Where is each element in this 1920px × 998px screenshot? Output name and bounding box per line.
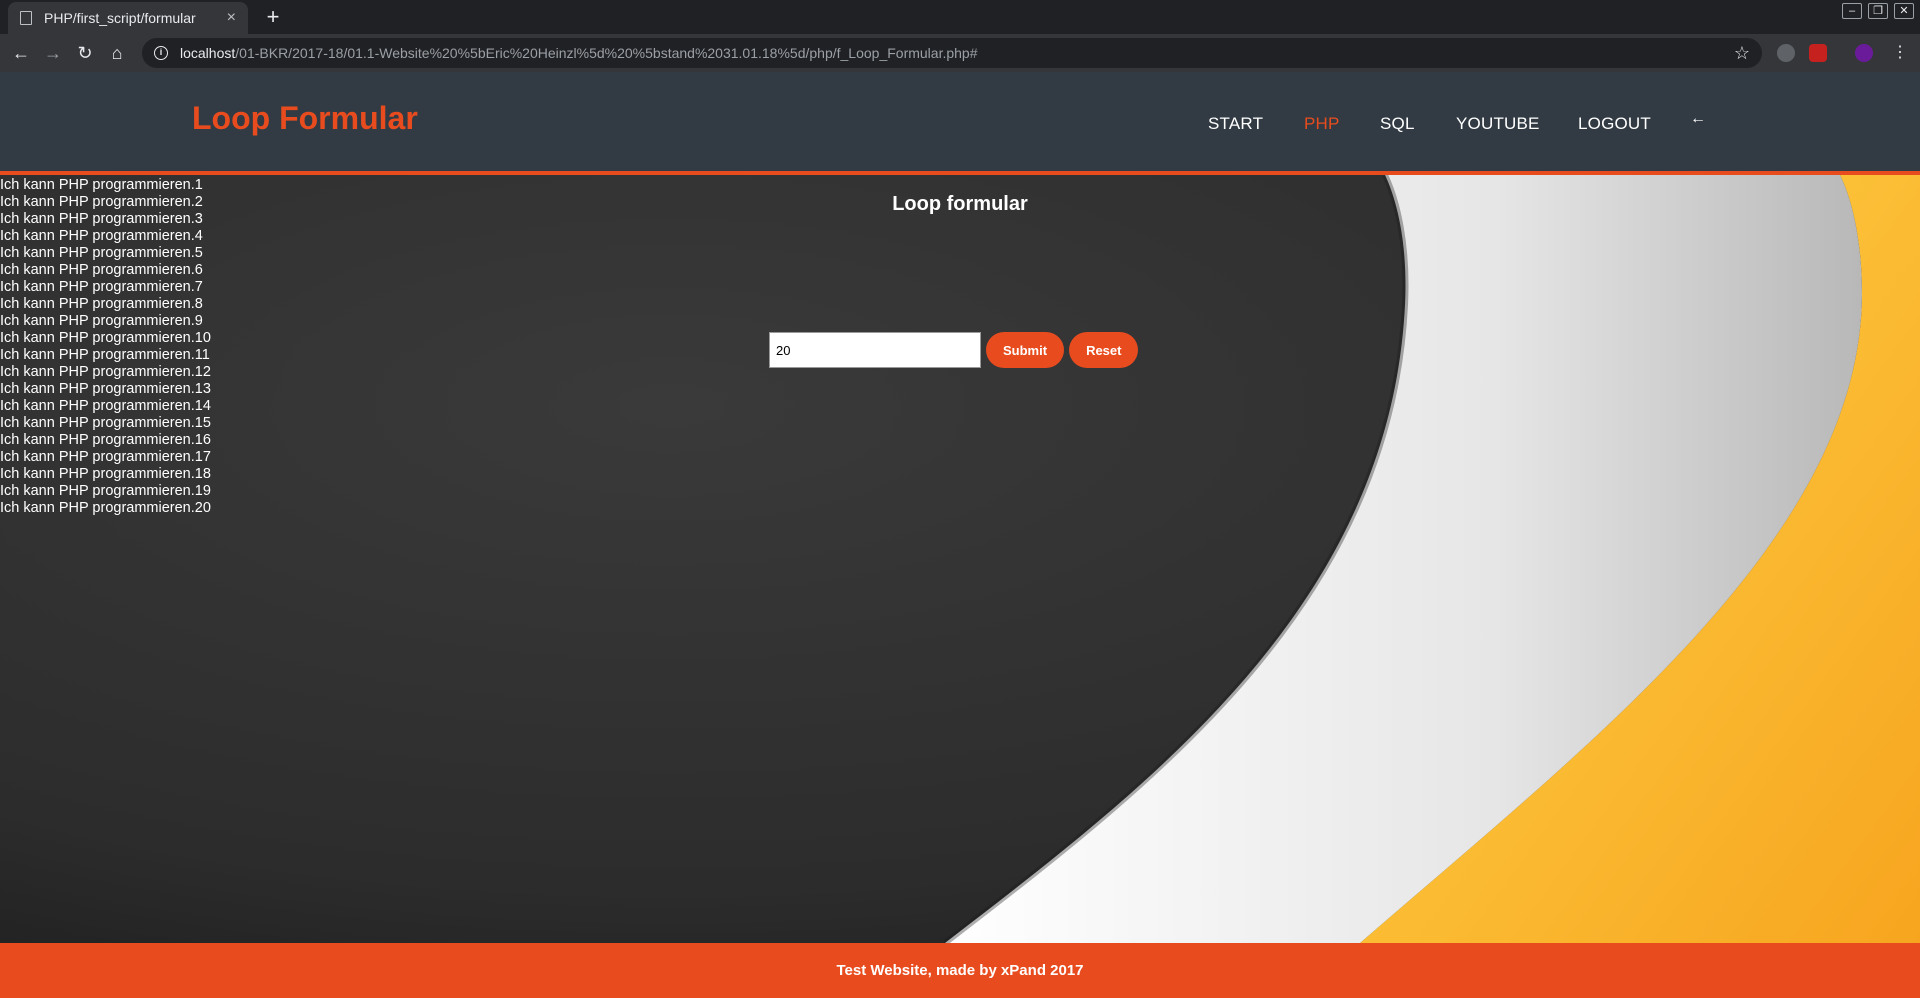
loop-form: Submit Reset <box>769 332 1139 368</box>
loop-output-line: Ich kann PHP programmieren.18 <box>0 466 211 482</box>
submit-button[interactable]: Submit <box>986 332 1065 368</box>
loop-output-line: Ich kann PHP programmieren.11 <box>0 347 210 363</box>
site-header: Loop Formular START PHP SQL YOUTUBE LOGO… <box>0 72 1920 175</box>
bookmark-star-icon[interactable]: ☆ <box>1734 43 1750 64</box>
site-logo[interactable]: Loop Formular <box>192 100 418 137</box>
url-host: localhost <box>180 45 236 61</box>
nav-start[interactable]: START <box>1208 114 1263 134</box>
loop-output-line: Ich kann PHP programmieren.16 <box>0 432 211 448</box>
reload-button[interactable]: ↻ <box>71 39 99 67</box>
loop-output-line: Ich kann PHP programmieren.20 <box>0 500 211 516</box>
loop-output-line: Ich kann PHP programmieren.7 <box>0 279 203 295</box>
back-button[interactable]: ← <box>7 39 35 67</box>
nav-youtube[interactable]: YOUTUBE <box>1456 114 1540 134</box>
loop-output-line: Ich kann PHP programmieren.17 <box>0 449 211 465</box>
adblock-extension-icon[interactable] <box>1777 44 1795 62</box>
reset-button[interactable]: Reset <box>1069 332 1139 368</box>
browser-tab[interactable]: PHP/first_script/formular × <box>8 2 248 34</box>
tab-close-icon[interactable]: × <box>227 9 236 27</box>
site-footer: Test Website, made by xPand 2017 <box>0 943 1920 998</box>
loop-output-list: Ich kann PHP programmieren.1 Ich kann PHP… <box>0 177 211 517</box>
lastpass-extension-icon[interactable] <box>1809 44 1827 62</box>
back-arrow-icon[interactable]: ← <box>1690 110 1706 128</box>
loop-output-line: Ich kann PHP programmieren.8 <box>0 296 203 312</box>
loop-output-line: Ich kann PHP programmieren.9 <box>0 313 203 329</box>
loop-output-line: Ich kann PHP programmieren.15 <box>0 415 211 431</box>
browser-menu-icon[interactable]: ⋮ <box>1886 39 1914 67</box>
new-tab-button[interactable]: + <box>260 4 286 30</box>
forward-button[interactable]: → <box>39 39 67 67</box>
loop-output-line: Ich kann PHP programmieren.14 <box>0 398 211 414</box>
loop-output-line: Ich kann PHP programmieren.12 <box>0 364 211 380</box>
restore-button[interactable]: ❐ <box>1868 3 1888 19</box>
page-title: Loop formular <box>892 193 1028 215</box>
home-button[interactable]: ⌂ <box>103 39 131 67</box>
profile-extension-icon[interactable] <box>1855 44 1873 62</box>
page-icon <box>20 11 32 25</box>
main-content: Ich kann PHP programmieren.1 Ich kann PHP… <box>0 175 1920 943</box>
background-swoosh <box>0 175 1920 943</box>
nav-logout[interactable]: LOGOUT <box>1578 114 1651 134</box>
loop-output-line: Ich kann PHP programmieren.19 <box>0 483 211 499</box>
loop-count-input[interactable] <box>769 332 981 368</box>
nav-sql[interactable]: SQL <box>1380 114 1415 134</box>
close-window-button[interactable]: ✕ <box>1894 3 1914 19</box>
browser-tab-bar: PHP/first_script/formular × + – ❐ ✕ <box>0 0 1920 34</box>
browser-toolbar: ← → ↻ ⌂ i localhost /01-BKR/2017-18/01.1… <box>0 34 1920 72</box>
loop-output-line: Ich kann PHP programmieren.13 <box>0 381 211 397</box>
site-info-icon[interactable]: i <box>154 46 168 60</box>
loop-output-line: Ich kann PHP programmieren.4 <box>0 228 203 244</box>
address-bar[interactable]: i localhost /01-BKR/2017-18/01.1-Website… <box>142 38 1762 68</box>
loop-output-line: Ich kann PHP programmieren.10 <box>0 330 211 346</box>
minimize-button[interactable]: – <box>1842 3 1862 19</box>
loop-output-line: Ich kann PHP programmieren.1 <box>0 177 203 193</box>
url-path: /01-BKR/2017-18/01.1-Website%20%5bEric%2… <box>235 45 978 61</box>
nav-php[interactable]: PHP <box>1304 114 1340 134</box>
loop-output-line: Ich kann PHP programmieren.6 <box>0 262 203 278</box>
loop-output-line: Ich kann PHP programmieren.5 <box>0 245 203 261</box>
tab-title: PHP/first_script/formular <box>44 10 196 26</box>
